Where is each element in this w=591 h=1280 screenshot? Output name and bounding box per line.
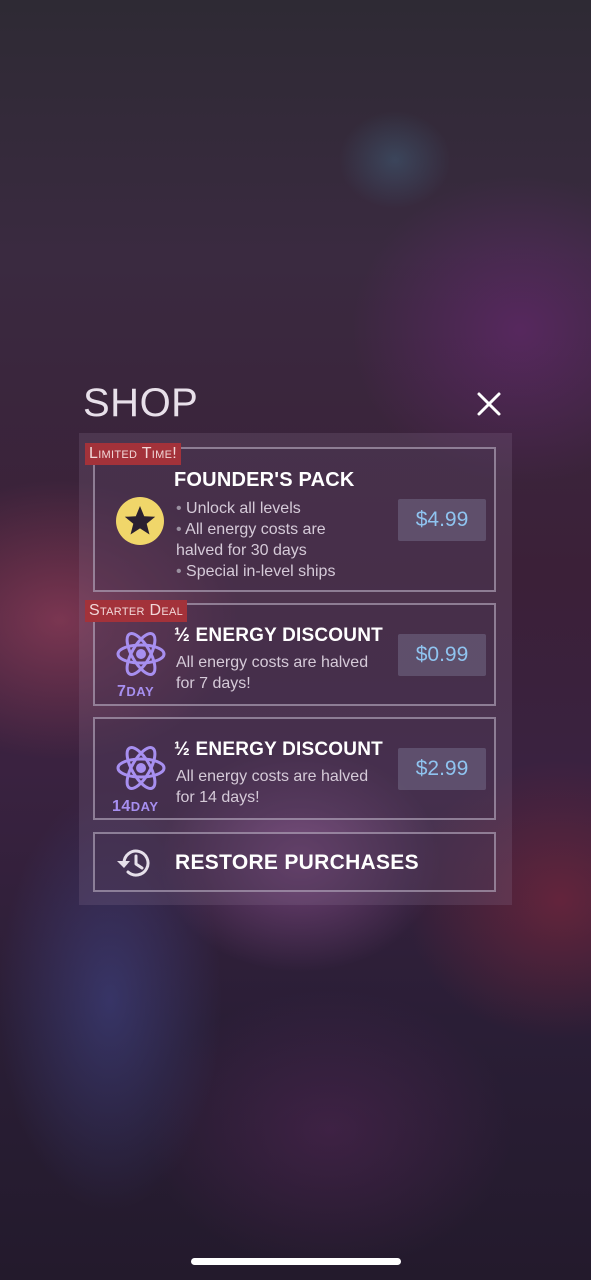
atom-icon bbox=[116, 632, 166, 676]
limited-time-ribbon: Limited Time! bbox=[85, 443, 182, 465]
desc-line-2: for 7 days! bbox=[176, 675, 251, 692]
page-title: SHOP bbox=[83, 381, 199, 425]
atom-badge-14day bbox=[115, 741, 167, 800]
energy-discount-14day-title: ½ ENERGY DISCOUNT bbox=[174, 739, 383, 760]
desc-line-2: for 14 days! bbox=[176, 789, 260, 806]
founders-pack-price-button[interactable]: $4.99 bbox=[398, 499, 486, 541]
energy-discount-7day-desc: All energy costs are halved for 7 days! bbox=[176, 652, 368, 694]
energy-discount-14day-desc: All energy costs are halved for 14 days! bbox=[176, 766, 368, 808]
energy-discount-14day-price-button[interactable]: $2.99 bbox=[398, 748, 486, 790]
energy-discount-7day-price-button[interactable]: $0.99 bbox=[398, 634, 486, 676]
close-button[interactable] bbox=[473, 388, 505, 420]
desc-line-1: All energy costs are halved bbox=[176, 768, 369, 785]
day-label-7: 7DAY bbox=[117, 683, 154, 701]
home-indicator[interactable] bbox=[191, 1258, 401, 1265]
starter-deal-ribbon: Starter Deal bbox=[85, 600, 188, 622]
day-label-14: 14DAY bbox=[112, 798, 159, 816]
bullet-3: Special in-level ships bbox=[186, 563, 336, 580]
atom-badge-7day bbox=[115, 627, 167, 686]
history-icon bbox=[117, 849, 150, 877]
founders-pack-title: FOUNDER'S PACK bbox=[174, 469, 355, 491]
desc-line-1: All energy costs are halved bbox=[176, 654, 369, 671]
day-unit: DAY bbox=[126, 684, 155, 699]
star-badge bbox=[115, 496, 165, 551]
energy-discount-7day-title: ½ ENERGY DISCOUNT bbox=[174, 625, 383, 646]
close-icon bbox=[477, 392, 501, 416]
history-badge bbox=[114, 846, 152, 885]
star-icon bbox=[116, 497, 164, 545]
day-number: 14 bbox=[112, 798, 131, 815]
bullet-2-cont: halved for 30 days bbox=[176, 542, 307, 559]
founders-pack-card[interactable]: FOUNDER'S PACK • Unlock all levels • All… bbox=[93, 447, 496, 592]
atom-icon bbox=[116, 746, 166, 790]
restore-purchases-label: RESTORE PURCHASES bbox=[175, 851, 419, 874]
day-unit: DAY bbox=[130, 799, 159, 814]
restore-purchases-button[interactable]: RESTORE PURCHASES bbox=[93, 832, 496, 892]
founders-pack-bullets: • Unlock all levels • All energy costs a… bbox=[176, 500, 336, 580]
bullet-1: Unlock all levels bbox=[186, 500, 301, 517]
energy-discount-14day-card[interactable]: 14DAY ½ ENERGY DISCOUNT All energy costs… bbox=[93, 717, 496, 820]
bullet-2: All energy costs are bbox=[185, 521, 326, 538]
day-number: 7 bbox=[117, 683, 127, 700]
